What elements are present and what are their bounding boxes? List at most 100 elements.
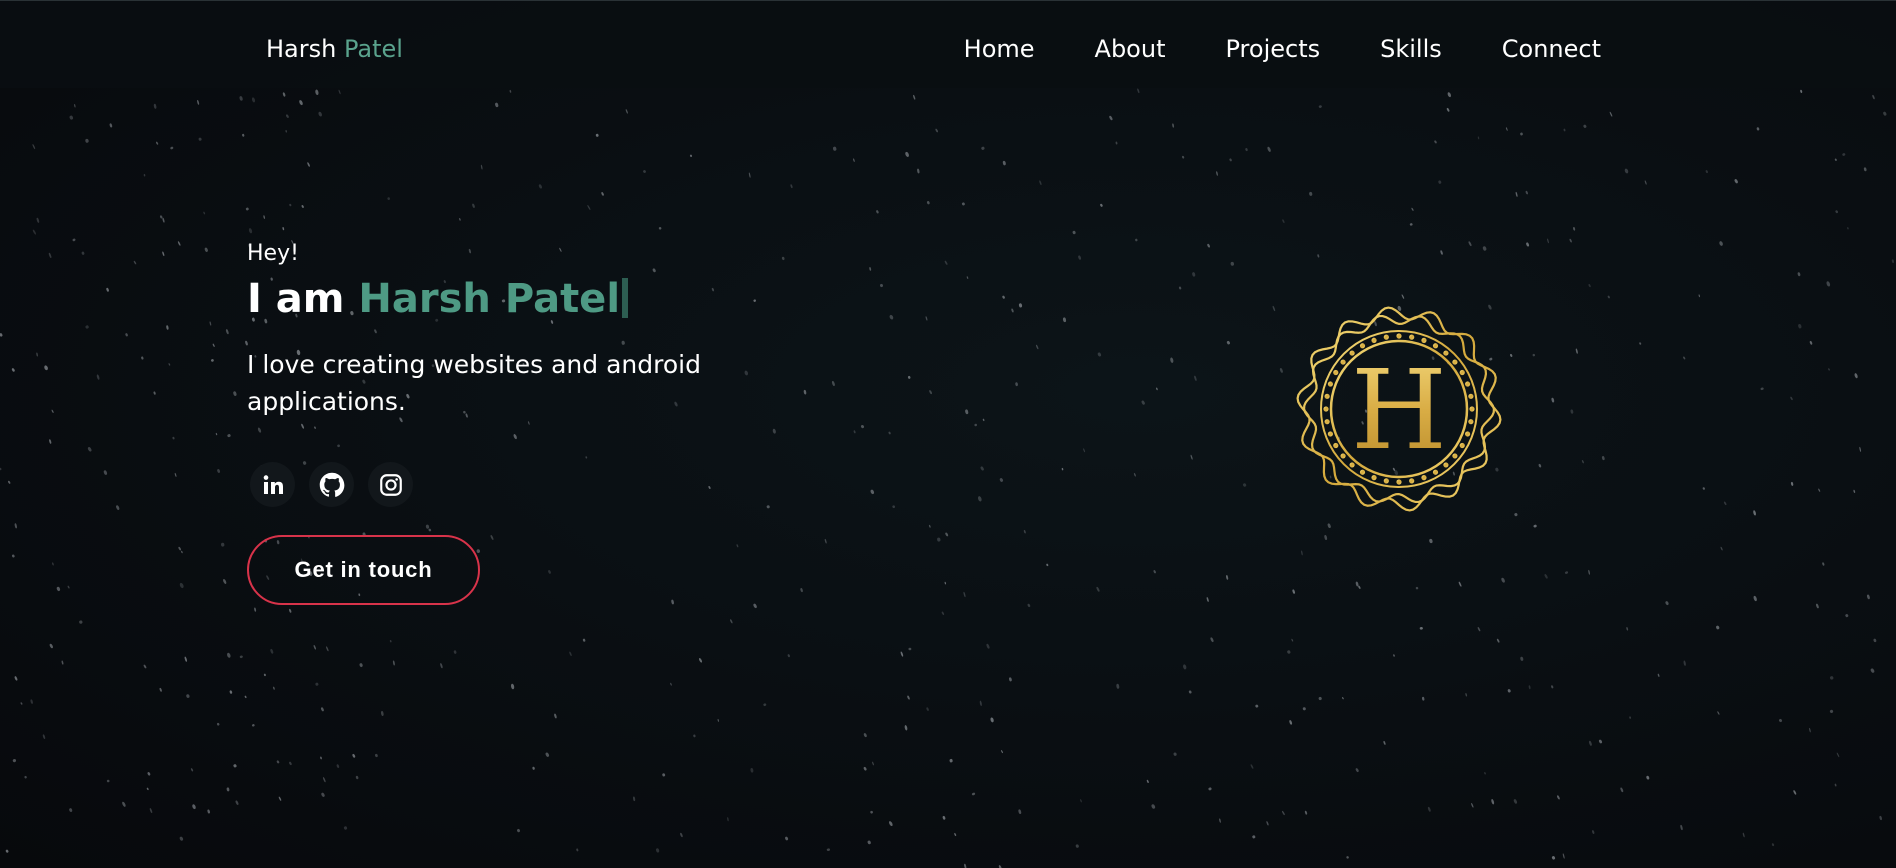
star	[510, 683, 515, 690]
star	[870, 489, 875, 495]
star	[1564, 571, 1569, 574]
star	[966, 276, 969, 279]
star	[1219, 818, 1221, 823]
star	[1207, 243, 1210, 248]
linkedin-button[interactable]	[250, 462, 295, 507]
nav-link-home[interactable]: Home	[964, 34, 1035, 64]
star	[174, 472, 177, 477]
star	[207, 809, 210, 814]
star	[1575, 348, 1578, 354]
star	[359, 663, 363, 668]
star	[318, 111, 322, 117]
github-button[interactable]	[309, 462, 354, 507]
star	[1230, 261, 1234, 266]
star	[198, 137, 202, 141]
star	[1808, 727, 1811, 733]
star	[941, 611, 945, 616]
star	[1547, 238, 1549, 244]
star	[276, 760, 280, 764]
star	[1133, 472, 1136, 477]
star	[1458, 581, 1462, 587]
star	[863, 766, 867, 771]
star	[242, 133, 245, 137]
star	[1873, 638, 1877, 643]
star	[1255, 704, 1259, 708]
star	[1598, 739, 1603, 744]
logo-bead	[1452, 453, 1458, 459]
star	[49, 643, 53, 649]
star	[1569, 238, 1572, 243]
star	[1282, 810, 1285, 816]
star	[320, 756, 322, 760]
star	[314, 426, 316, 429]
star	[826, 848, 831, 851]
nav-link-skills[interactable]: Skills	[1380, 34, 1442, 64]
star	[301, 205, 304, 208]
star	[133, 260, 137, 265]
logo-bead	[1469, 406, 1475, 412]
social-links	[250, 462, 413, 507]
star	[569, 651, 572, 656]
star	[1683, 356, 1686, 360]
star	[1589, 740, 1592, 746]
star	[1009, 677, 1012, 682]
star	[1835, 210, 1838, 214]
star	[937, 537, 941, 542]
star	[1383, 740, 1386, 745]
star	[495, 102, 499, 108]
star	[1760, 387, 1764, 391]
star	[517, 828, 520, 833]
instagram-button[interactable]	[368, 462, 413, 507]
star	[48, 252, 52, 258]
star	[1834, 158, 1837, 161]
star	[1845, 614, 1849, 618]
star	[1471, 802, 1474, 808]
star	[1853, 489, 1856, 494]
star	[336, 764, 340, 768]
star	[1834, 783, 1837, 787]
star	[928, 524, 931, 528]
star	[286, 114, 289, 118]
star	[453, 650, 457, 654]
star	[1720, 546, 1723, 551]
star	[727, 817, 729, 822]
star	[1790, 396, 1793, 401]
star	[907, 375, 911, 379]
star	[1753, 510, 1756, 516]
star	[96, 374, 100, 380]
star	[1573, 226, 1576, 231]
star	[736, 544, 739, 548]
nav-link-about[interactable]: About	[1095, 34, 1166, 64]
star	[1639, 342, 1642, 345]
hero-tagline: I love creating websites and android app…	[247, 350, 701, 416]
star	[1291, 638, 1294, 642]
star	[227, 434, 231, 438]
star	[1515, 191, 1518, 197]
star	[49, 439, 52, 444]
star	[1292, 589, 1295, 594]
star	[125, 333, 128, 337]
star	[1734, 179, 1738, 184]
star	[352, 753, 356, 758]
star	[251, 724, 255, 727]
logo-bead	[1409, 478, 1415, 484]
star	[1468, 241, 1472, 247]
star	[289, 761, 292, 766]
star	[633, 796, 636, 802]
star	[1793, 790, 1797, 795]
star	[313, 645, 316, 650]
star	[5, 849, 9, 853]
star	[1146, 779, 1149, 784]
star	[1510, 353, 1513, 357]
star	[1002, 295, 1005, 299]
star	[1135, 238, 1138, 242]
star	[1698, 294, 1701, 298]
star	[159, 215, 163, 219]
get-in-touch-button[interactable]: Get in touch	[247, 535, 480, 605]
nav-link-projects[interactable]: Projects	[1226, 34, 1321, 64]
nav-link-connect[interactable]: Connect	[1502, 34, 1601, 64]
star	[880, 283, 883, 288]
logo-bead	[1465, 431, 1471, 437]
brand-logo[interactable]: Harsh Patel	[266, 34, 403, 64]
star	[1210, 637, 1214, 643]
